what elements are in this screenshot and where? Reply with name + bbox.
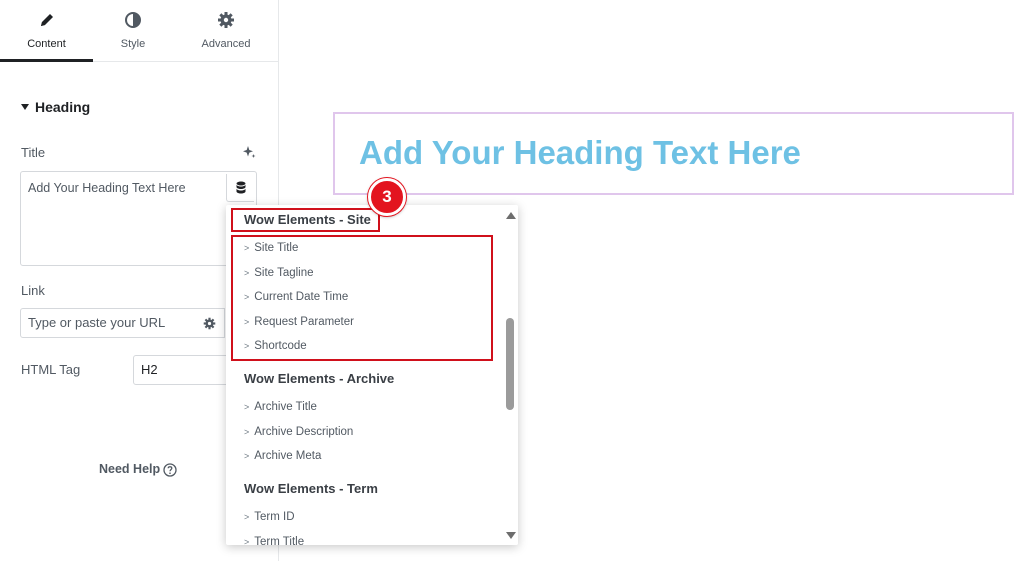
html-tag-label: HTML Tag [21,362,81,377]
tab-content[interactable]: Content [0,0,93,62]
preview-heading-text: Add Your Heading Text Here [359,134,801,171]
option-archive-description[interactable]: > Archive Description [244,426,353,438]
option-archive-title[interactable]: > Archive Title [244,401,317,413]
tab-advanced[interactable]: Advanced [173,0,279,62]
pencil-icon [40,14,53,26]
heading-section-toggle[interactable]: Heading [21,99,90,115]
title-textarea[interactable]: Add Your Heading Text Here [20,171,257,266]
caret-down-icon [21,104,29,110]
option-term-id[interactable]: > Term ID [244,511,295,523]
tab-style[interactable]: Style [93,0,173,62]
chevron-right-icon: > [244,537,250,545]
highlight-site-options [231,235,493,361]
scroll-down-arrow-icon[interactable] [506,532,516,539]
tab-style-label: Style [120,38,146,50]
gear-icon [218,12,234,28]
section-title: Heading [35,99,91,115]
scrollbar-thumb[interactable] [506,318,514,410]
ai-sparkle-icon[interactable] [242,145,256,159]
chevron-right-icon: > [244,512,250,522]
link-url-input[interactable]: Type or paste your URL [20,308,196,338]
panel-tabs: Content Style Advanced [0,0,279,62]
highlight-group-title [231,208,380,232]
question-circle-icon[interactable] [163,463,177,477]
tab-advanced-label: Advanced [201,38,251,50]
step-number-badge: 3 [368,178,406,216]
html-tag-select[interactable]: H2 [133,355,233,385]
dropdown-scrollbar[interactable] [502,205,518,545]
option-archive-meta[interactable]: > Archive Meta [244,450,321,462]
contrast-icon [125,12,141,28]
link-options-button[interactable] [195,308,225,338]
title-label: Title [21,145,46,160]
chevron-right-icon: > [244,402,250,412]
tab-content-label: Content [27,38,66,50]
need-help-link[interactable]: Need Help [99,462,160,476]
gear-icon [203,317,216,330]
dynamic-tags-button[interactable] [226,174,254,202]
scroll-up-arrow-icon[interactable] [506,212,516,219]
group-title-term: Wow Elements - Term [244,481,378,496]
heading-widget-preview[interactable]: Add Your Heading Text Here [333,112,1014,195]
option-term-title[interactable]: > Term Title [244,536,304,545]
database-icon [236,181,246,194]
group-title-archive: Wow Elements - Archive [244,371,395,386]
link-label: Link [21,283,45,298]
chevron-right-icon: > [244,427,250,437]
chevron-right-icon: > [244,451,250,461]
